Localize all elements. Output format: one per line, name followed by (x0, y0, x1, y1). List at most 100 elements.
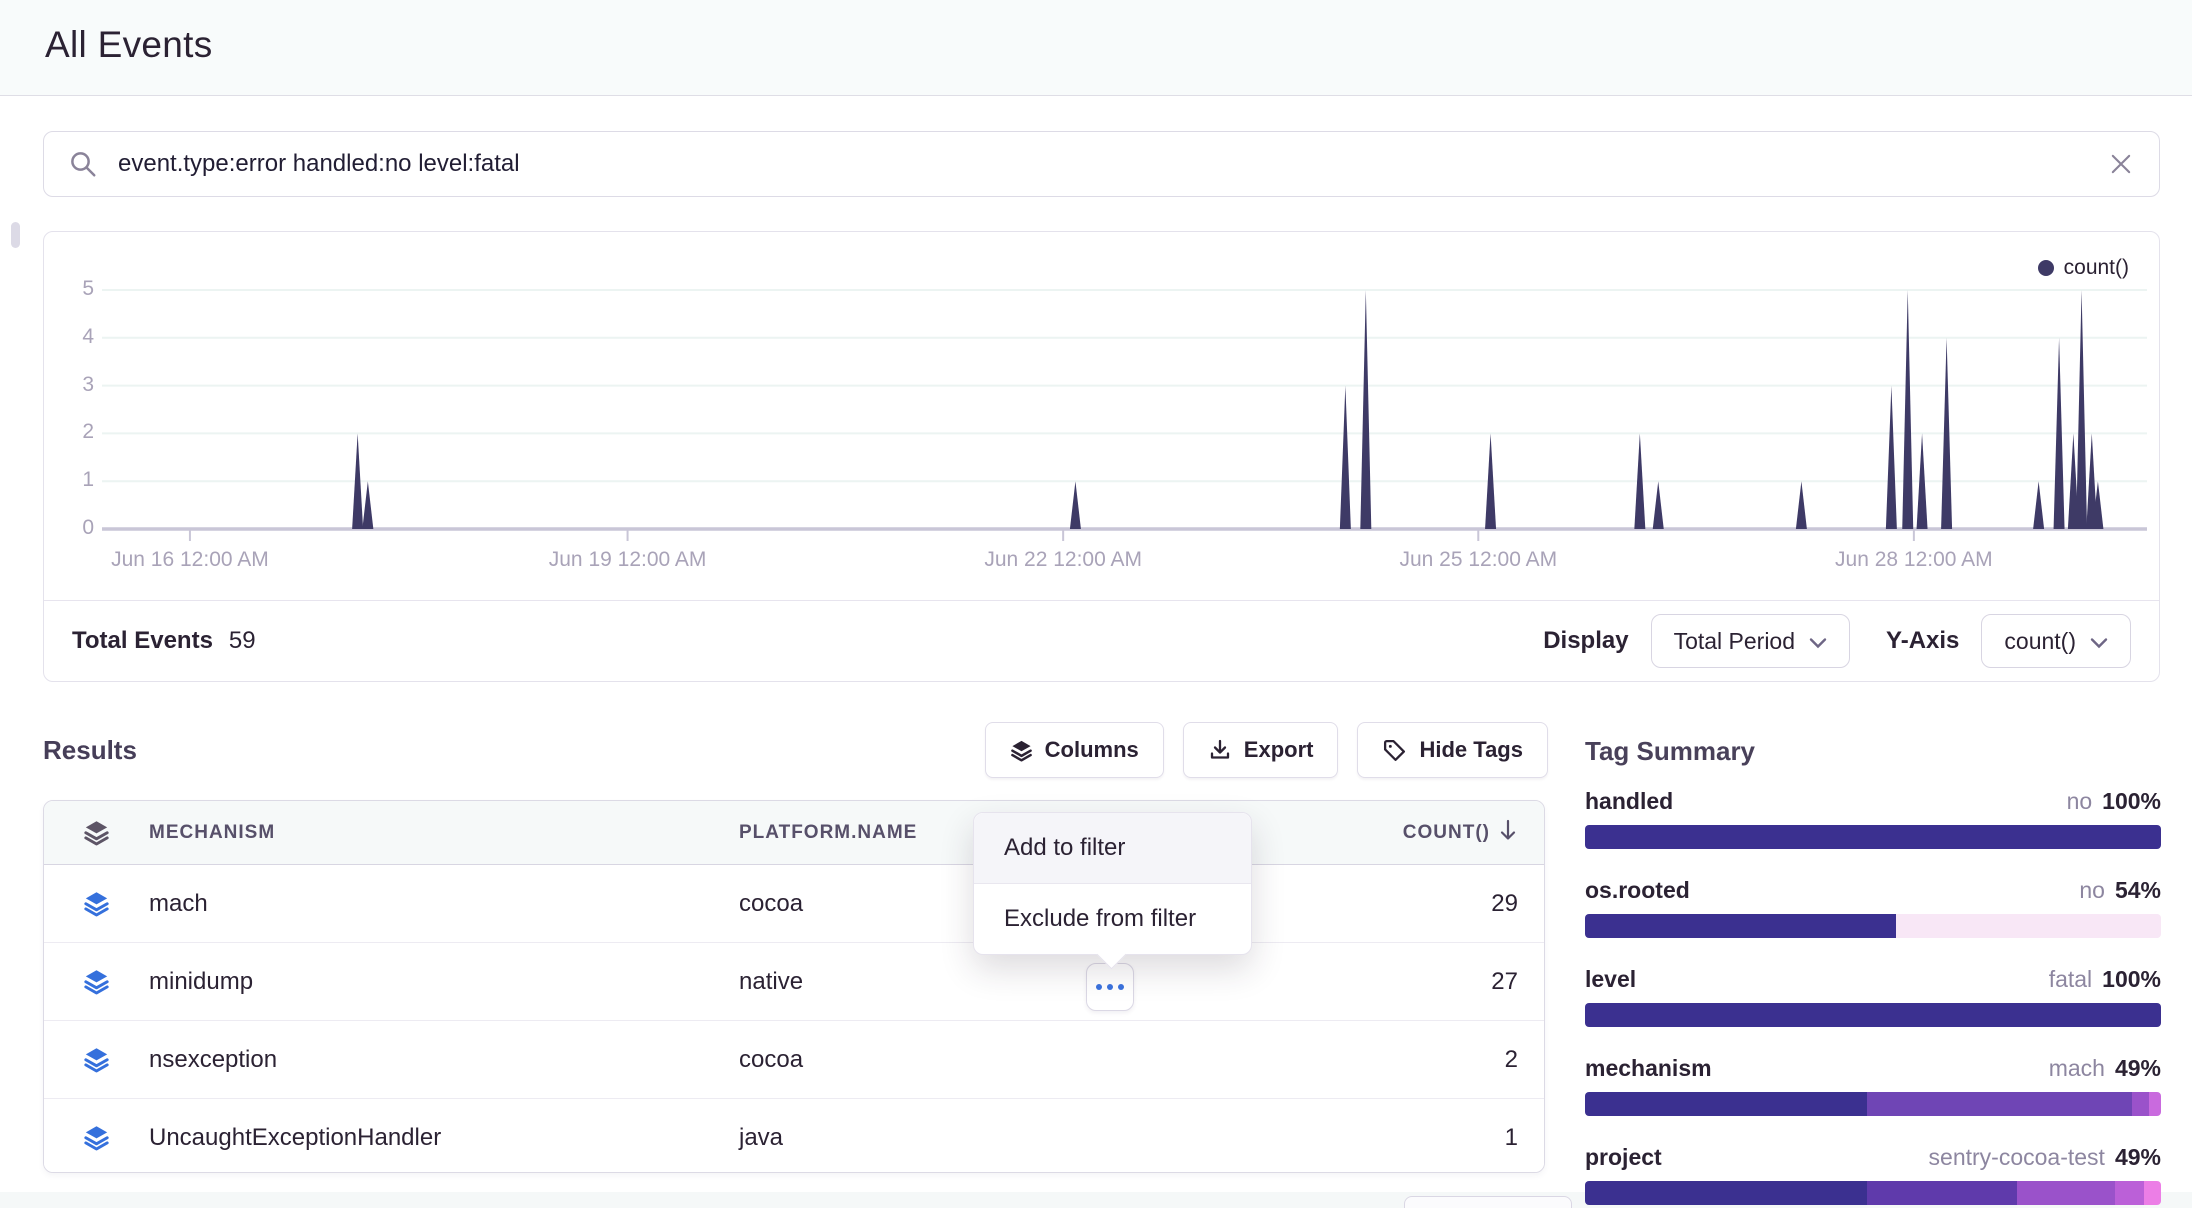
tag-name: mechanism (1585, 1055, 1712, 1082)
display-select[interactable]: Total Period (1651, 614, 1850, 668)
stack-icon[interactable] (83, 1124, 110, 1151)
tag-distribution-bar[interactable] (1585, 825, 2161, 849)
table-row[interactable]: nsexceptioncocoa2 (44, 1021, 1544, 1099)
y-axis-label: 1 (50, 468, 94, 492)
column-header-count[interactable]: COUNT() (1354, 819, 1544, 847)
total-events-value: 59 (229, 627, 256, 655)
page-header: All Events (0, 0, 2192, 96)
search-bar[interactable]: event.type:error handled:no level:fatal (43, 131, 2160, 197)
cell-platform: java (739, 1124, 1354, 1152)
columns-icon (1010, 739, 1033, 762)
x-axis-label: Jun 22 12:00 AM (984, 548, 1142, 572)
tag-top-value: sentry-cocoa-test (1929, 1144, 2105, 1171)
tag-entry-project: project sentry-cocoa-test 49% (1585, 1144, 2161, 1205)
tag-percent: 100% (2102, 966, 2161, 993)
ellipsis-icon (1107, 984, 1113, 990)
y-axis-select-value: count() (2004, 628, 2076, 655)
x-axis-label: Jun 25 12:00 AM (1399, 548, 1557, 572)
chart-footer-controls: Display Total Period Y-Axis count() (1543, 614, 2131, 668)
stack-icon[interactable] (83, 1046, 110, 1073)
chart-footer: Total Events 59 Display Total Period Y-A… (44, 600, 2159, 681)
tag-distribution-bar[interactable] (1585, 1092, 2161, 1116)
ellipsis-icon (1118, 984, 1124, 990)
display-label: Display (1543, 627, 1628, 655)
tag-bar-segment (1585, 825, 2161, 849)
search-input[interactable]: event.type:error handled:no level:fatal (118, 150, 520, 178)
tag-summary-heading: Tag Summary (1585, 736, 2161, 768)
tag-icon (1382, 738, 1407, 763)
total-events-label: Total Events (72, 627, 213, 655)
table-row[interactable]: minidumpnative27 (44, 943, 1544, 1021)
cell-mechanism: nsexception (149, 1046, 739, 1074)
tag-bar-segment (1585, 914, 1896, 938)
y-axis-label: 0 (50, 516, 94, 540)
column-header-mechanism[interactable]: MECHANISM (149, 822, 739, 844)
cell-count: 29 (1354, 890, 1544, 918)
tag-percent: 100% (2102, 788, 2161, 815)
tag-entry-os.rooted: os.rootedno54% (1585, 877, 2161, 938)
page-title: All Events (45, 24, 213, 66)
y-axis-select[interactable]: count() (1981, 614, 2131, 668)
tag-distribution-bar[interactable] (1585, 1003, 2161, 1027)
results-actions: Columns Export Hide Tags (985, 722, 1548, 778)
button-label: Export (1244, 737, 1314, 763)
x-axis-label: Jun 16 12:00 AM (111, 548, 269, 572)
clear-search-icon[interactable] (2107, 150, 2135, 178)
legend-label: count() (2064, 256, 2129, 280)
scroll-indicator (11, 222, 20, 248)
tag-percent: 49% (2115, 1144, 2161, 1171)
legend-dot-icon (2038, 260, 2054, 276)
x-axis-label: Jun 28 12:00 AM (1835, 548, 1993, 572)
tag-top-value: fatal (2049, 966, 2092, 993)
stack-icon[interactable] (83, 968, 110, 995)
y-axis-label: Y-Axis (1886, 627, 1959, 655)
ellipsis-icon (1096, 984, 1102, 990)
table-row[interactable]: machcocoa29 (44, 865, 1544, 943)
cell-mechanism: minidump (149, 968, 739, 996)
tag-bar-segment (1896, 914, 2161, 938)
y-axis-label: 2 (50, 420, 94, 444)
tag-entry-mechanism: mechanism mach 49% (1585, 1055, 2161, 1116)
tag-bar-segment (2115, 1181, 2144, 1205)
search-icon (68, 149, 98, 179)
tag-bar-segment (2017, 1181, 2115, 1205)
pagination-button[interactable] (1404, 1196, 1572, 1208)
tag-top-value: mach (2049, 1055, 2105, 1082)
hide-tags-button[interactable]: Hide Tags (1357, 722, 1548, 778)
menu-item-add-to-filter[interactable]: Add to filter (974, 813, 1251, 884)
chevron-down-icon (1809, 628, 1827, 655)
tag-bar-segment (1585, 1092, 1867, 1116)
tag-distribution-bar[interactable] (1585, 1181, 2161, 1205)
y-axis-label: 4 (50, 325, 94, 349)
tag-distribution-bar[interactable] (1585, 914, 2161, 938)
cell-count: 1 (1354, 1124, 1544, 1152)
all-events-page: All Events event.type:error handled:no l… (0, 0, 2192, 1208)
tag-bar-segment (2149, 1092, 2161, 1116)
table-body: machcocoa29 minidumpnative27 nsexception… (44, 865, 1544, 1173)
tag-percent: 49% (2115, 1055, 2161, 1082)
y-axis-label: 5 (50, 277, 94, 301)
sort-desc-icon (1498, 819, 1518, 847)
chart-legend[interactable]: count() (2038, 256, 2129, 280)
tag-name: os.rooted (1585, 877, 1690, 904)
y-axis-label: 3 (50, 373, 94, 397)
table-row[interactable]: UncaughtExceptionHandlerjava1 (44, 1099, 1544, 1173)
tag-bar-segment (1585, 1003, 2161, 1027)
results-heading: Results (43, 722, 137, 778)
tag-bar-segment (2144, 1181, 2161, 1205)
export-icon (1208, 738, 1232, 762)
tag-bar-segment (2132, 1092, 2149, 1116)
tag-summary-panel: Tag Summary handledno100% os.rootedno54% l… (1585, 736, 2161, 1205)
columns-button[interactable]: Columns (985, 722, 1164, 778)
cell-actions-button[interactable] (1086, 963, 1134, 1011)
stack-icon[interactable] (83, 890, 110, 917)
cell-platform: cocoa (739, 1046, 1354, 1074)
export-button[interactable]: Export (1183, 722, 1339, 778)
stack-icon[interactable] (83, 819, 110, 846)
cell-actions-menu: Add to filterExclude from filter (973, 812, 1252, 955)
tag-bar-segment (1867, 1092, 2132, 1116)
cell-mechanism: UncaughtExceptionHandler (149, 1124, 739, 1152)
tag-entry-handled: handledno100% (1585, 788, 2161, 849)
tag-name: project (1585, 1144, 1662, 1171)
tag-name: level (1585, 966, 1636, 993)
